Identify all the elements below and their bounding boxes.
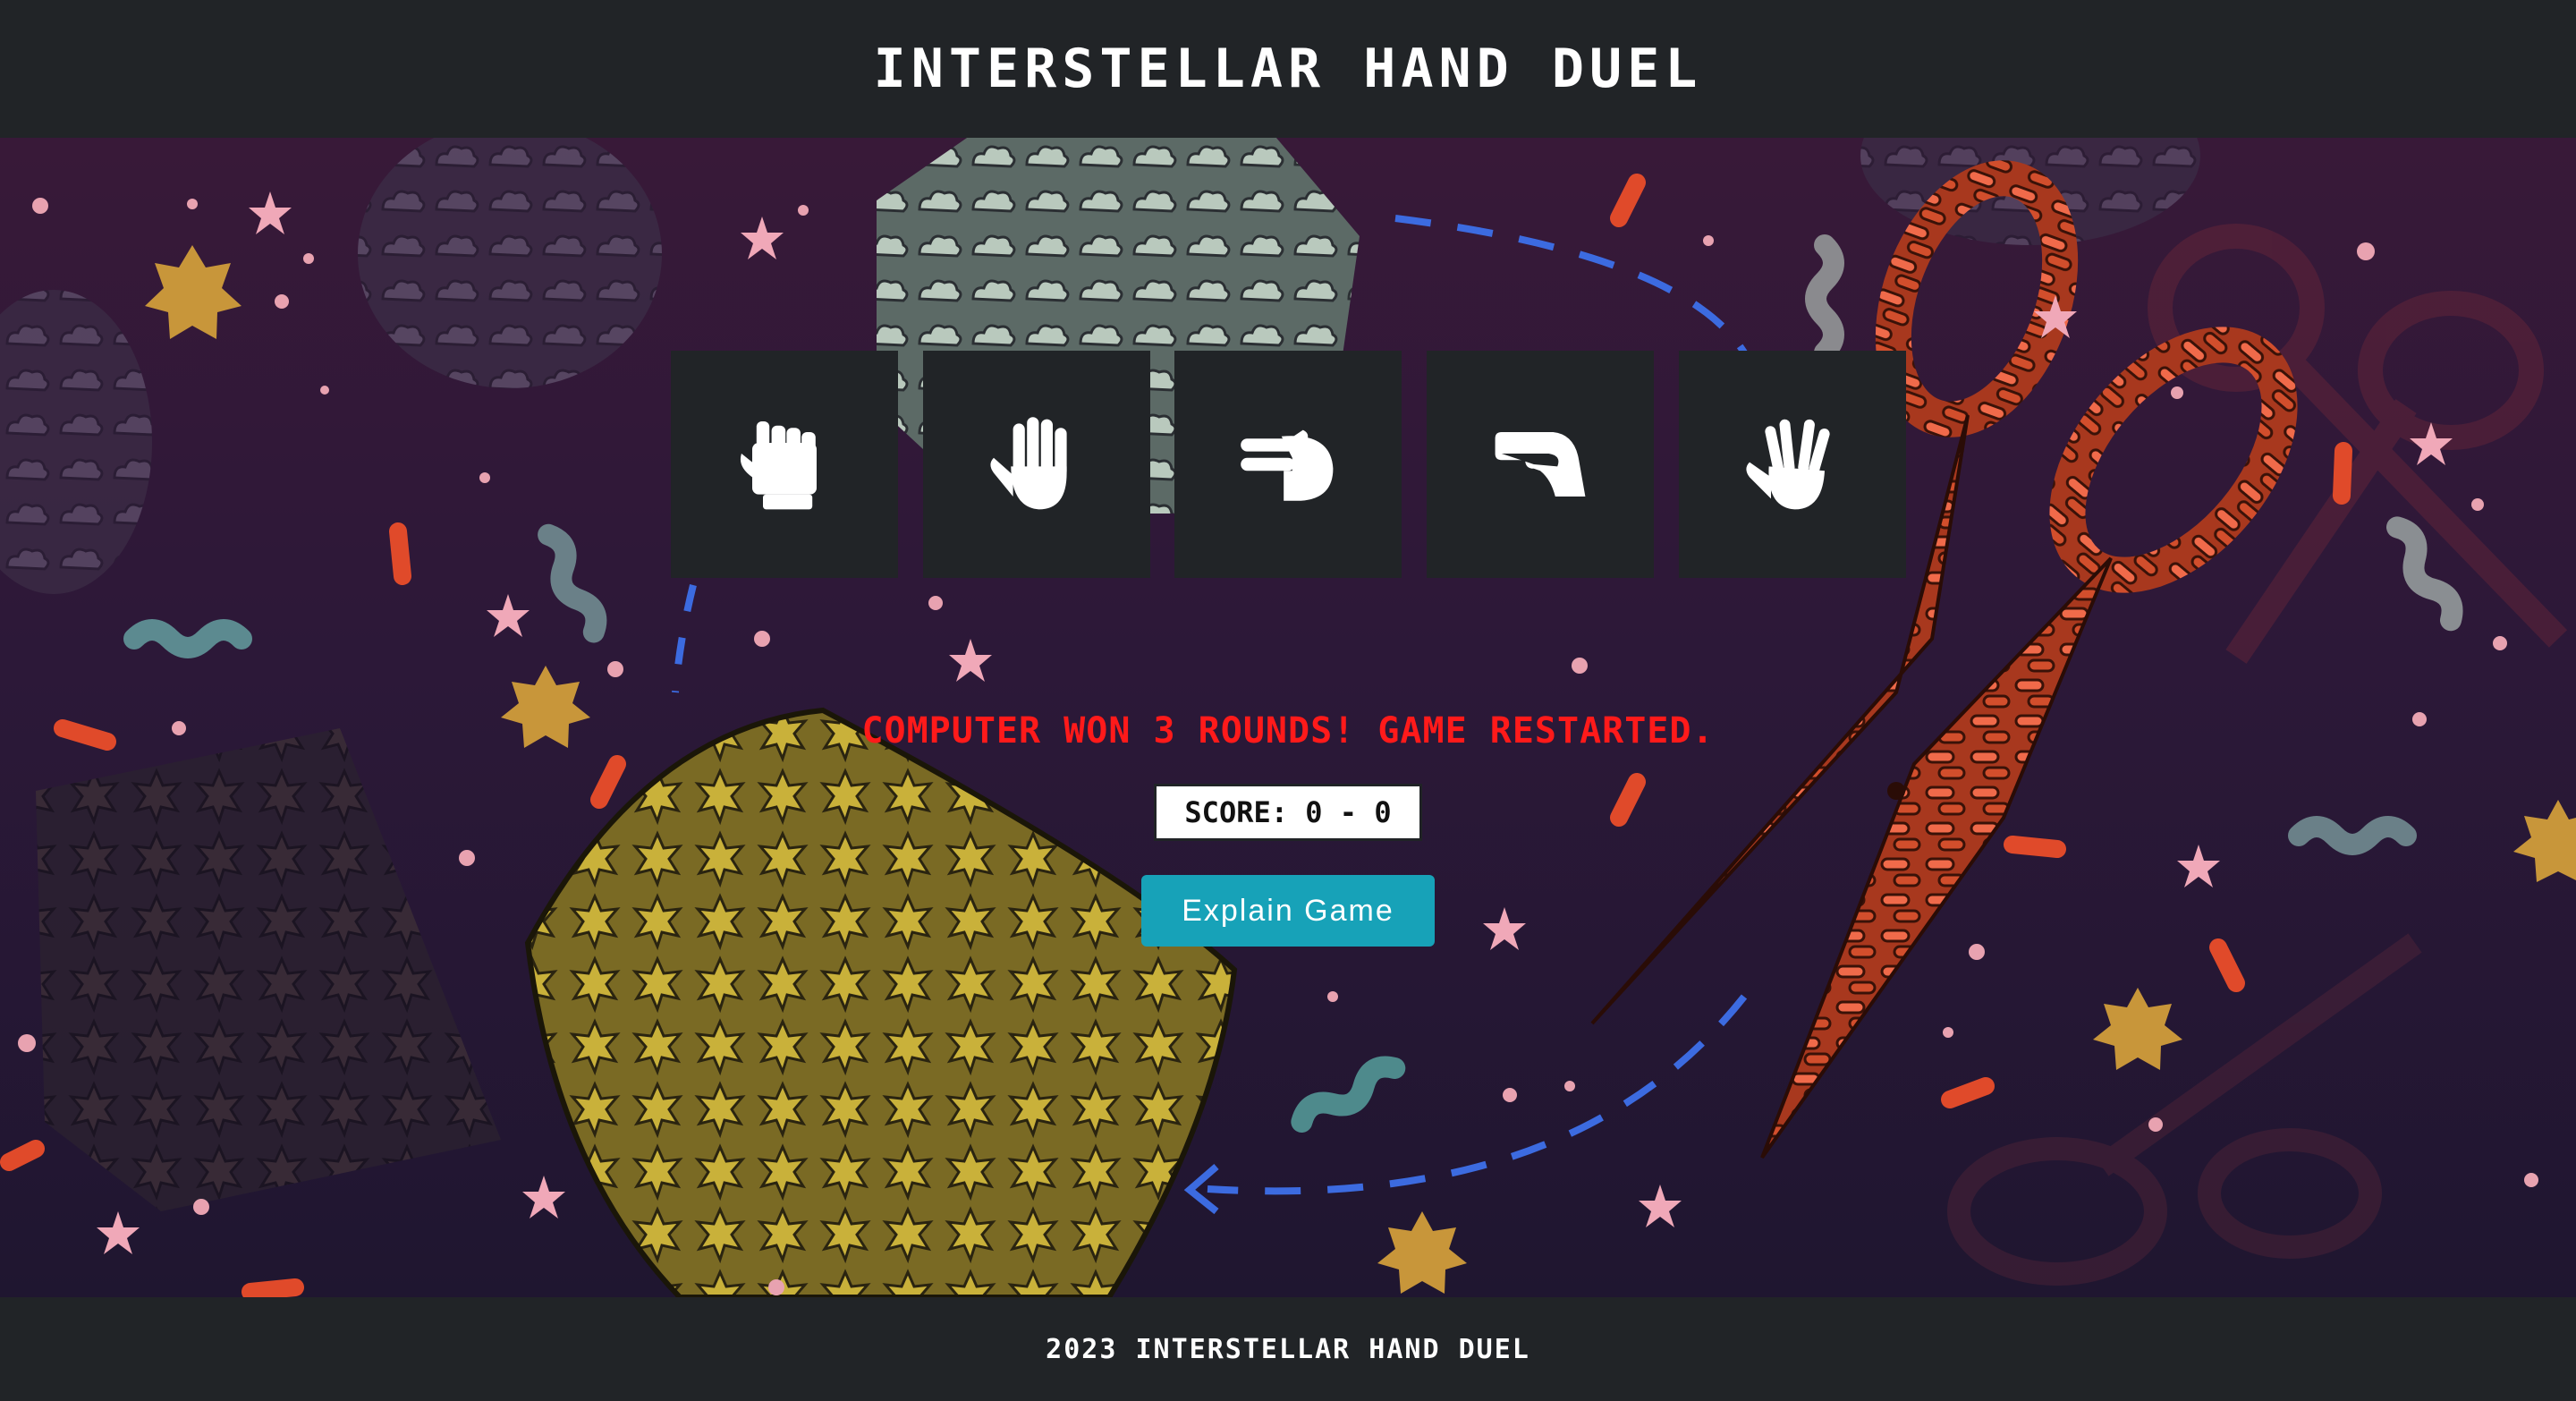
game-title: INTERSTELLAR HAND DUEL bbox=[873, 38, 1703, 100]
rock-choice-button[interactable] bbox=[671, 351, 898, 578]
round-result-message: COMPUTER WON 3 ROUNDS! GAME RESTARTED. bbox=[861, 710, 1715, 751]
explain-game-button[interactable]: Explain Game bbox=[1141, 875, 1435, 947]
scissors-choice-button[interactable] bbox=[1174, 351, 1402, 578]
game-stage: COMPUTER WON 3 ROUNDS! GAME RESTARTED. S… bbox=[0, 138, 2576, 1297]
lizard-hand-icon bbox=[1495, 432, 1586, 497]
spock-hand-icon bbox=[1746, 419, 1830, 510]
lizard-choice-button[interactable] bbox=[1427, 351, 1654, 578]
open-hand-icon bbox=[990, 417, 1067, 510]
fist-icon bbox=[740, 421, 817, 510]
footer-text: 2023 INTERSTELLAR HAND DUEL bbox=[1046, 1333, 1530, 1365]
spock-choice-button[interactable] bbox=[1679, 351, 1906, 578]
paper-choice-button[interactable] bbox=[923, 351, 1150, 578]
score-display: SCORE: 0 - 0 bbox=[1154, 784, 1422, 841]
scissors-hand-icon bbox=[1241, 429, 1334, 501]
page-footer: 2023 INTERSTELLAR HAND DUEL bbox=[0, 1297, 2576, 1401]
page-header: INTERSTELLAR HAND DUEL bbox=[0, 0, 2576, 138]
